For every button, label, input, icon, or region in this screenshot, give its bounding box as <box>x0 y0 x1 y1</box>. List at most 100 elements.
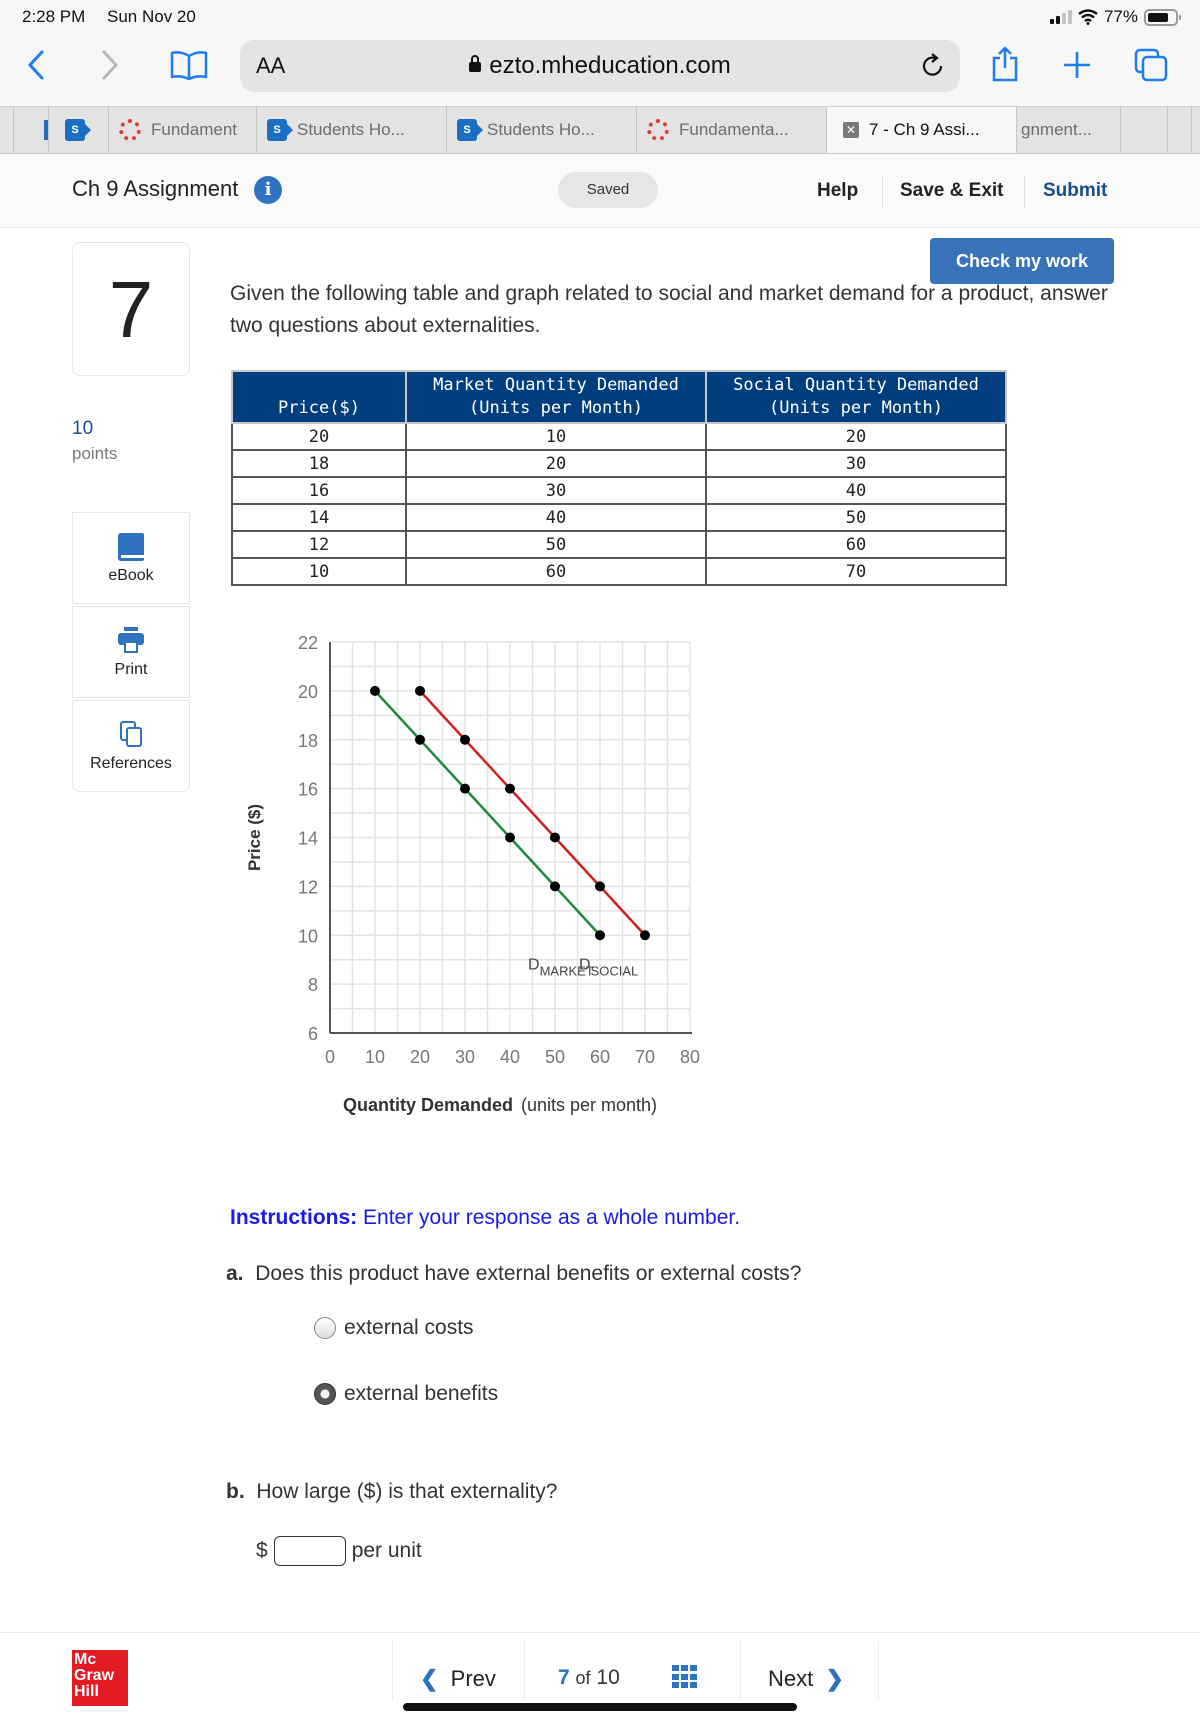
close-tab-icon[interactable]: ✕ <box>843 122 859 138</box>
option-external-benefits[interactable]: external benefits <box>314 1382 498 1406</box>
sharepoint-icon: S <box>267 119 293 141</box>
x-tick-label: 30 <box>455 1047 475 1067</box>
next-button[interactable]: Next ❯ <box>768 1666 844 1692</box>
market-qty-cell: 20 <box>405 449 707 478</box>
tab-7[interactable] <box>1121 107 1168 153</box>
home-indicator[interactable] <box>403 1703 797 1711</box>
reload-icon[interactable] <box>920 52 946 80</box>
data-point-social <box>595 881 605 892</box>
part-b-text: How large ($) is that externality? <box>256 1480 558 1503</box>
divider <box>878 1641 879 1701</box>
data-point-social <box>505 783 515 794</box>
market-qty-cell: 50 <box>405 530 707 559</box>
back-icon[interactable] <box>26 50 46 80</box>
bookmarks-icon[interactable] <box>170 50 208 80</box>
logo-line: Mc <box>74 1651 97 1668</box>
tab-3[interactable]: S Students Ho... <box>447 107 637 153</box>
tab-label: Students Ho... <box>487 120 595 139</box>
x-axis-label: Quantity Demanded (units per month) <box>343 1095 657 1115</box>
price-cell: 10 <box>231 557 407 586</box>
data-point-social <box>550 832 560 843</box>
social-qty-cell: 20 <box>705 422 1007 451</box>
radio-external-benefits[interactable] <box>314 1383 336 1405</box>
part-b-label: b. <box>226 1480 245 1503</box>
help-button[interactable]: Help <box>817 180 858 202</box>
table-row: 20 10 20 <box>231 422 1007 451</box>
chevron-right-icon: ❯ <box>825 1666 844 1691</box>
ebook-button[interactable]: eBook <box>72 512 190 604</box>
y-tick-label: 22 <box>298 633 318 653</box>
address-bar[interactable]: AA ezto.mheducation.com <box>240 40 960 92</box>
y-tick-label: 6 <box>308 1024 318 1044</box>
prev-button[interactable]: ❮ Prev <box>420 1666 496 1692</box>
battery-level <box>1148 12 1169 22</box>
y-tick-label: 14 <box>298 829 318 849</box>
y-tick-label: 10 <box>298 926 318 946</box>
question-number: 7 <box>72 242 190 376</box>
tab-pinned-partial[interactable] <box>14 107 49 153</box>
references-icon <box>118 721 144 749</box>
radio-external-costs[interactable] <box>314 1317 336 1339</box>
lock-icon <box>469 55 482 72</box>
demand-table: Price($) Market Quantity Demanded (Units … <box>231 370 1007 586</box>
new-tab-icon[interactable] <box>1062 50 1092 80</box>
tabs-overview-icon[interactable] <box>1134 48 1168 82</box>
references-label: References <box>90 755 172 772</box>
prev-label: Prev <box>450 1666 496 1691</box>
sharepoint-icon <box>44 120 48 140</box>
total-pages: 10 <box>596 1666 620 1689</box>
divider <box>392 1641 393 1701</box>
footer-nav: Mc Graw Hill ❮ Prev 7 of 10 Next ❯ <box>0 1632 1200 1718</box>
tab-1[interactable]: Fundament <box>109 107 257 153</box>
table-row: 10 60 70 <box>231 557 1007 586</box>
references-button[interactable]: References <box>72 700 190 792</box>
x-tick-label: 40 <box>500 1047 520 1067</box>
tab-6[interactable]: gnment... <box>1017 107 1121 153</box>
header-text: Price($) <box>278 398 360 418</box>
tab-4[interactable]: Fundamenta... <box>637 107 827 153</box>
market-qty-cell: 30 <box>405 476 707 505</box>
info-icon[interactable]: i <box>254 176 282 204</box>
per-unit-suffix: per unit <box>351 1539 422 1562</box>
data-point-market <box>505 832 515 843</box>
price-cell: 18 <box>231 449 407 478</box>
print-button[interactable]: Print <box>72 606 190 698</box>
browser-toolbar: AA ezto.mheducation.com <box>0 36 1200 106</box>
logo-line: Hill <box>74 1683 99 1700</box>
tab-5-active[interactable]: ✕ 7 - Ch 9 Assi... <box>827 107 1017 153</box>
forward-icon[interactable] <box>100 50 120 80</box>
tab-2[interactable]: S Students Ho... <box>257 107 447 153</box>
table-row: 14 40 50 <box>231 503 1007 532</box>
x-tick-label: 0 <box>325 1047 335 1067</box>
points-value: 10 <box>72 418 94 439</box>
cellular-signal-icon <box>1049 10 1072 24</box>
price-cell: 12 <box>231 530 407 559</box>
tab-0[interactable]: S <box>49 107 109 153</box>
url-display[interactable]: ezto.mheducation.com <box>240 52 960 80</box>
tab-label: 7 - Ch 9 Assi... <box>869 120 980 139</box>
externality-amount-input[interactable] <box>273 1536 346 1566</box>
status-indicators: 77% <box>1049 7 1181 27</box>
next-label: Next <box>768 1666 814 1691</box>
social-qty-cell: 30 <box>705 449 1007 478</box>
divider <box>882 176 883 208</box>
data-point-social <box>640 930 650 941</box>
save-exit-button[interactable]: Save & Exit <box>900 180 1004 202</box>
option-external-costs[interactable]: external costs <box>314 1316 474 1340</box>
instructions: Instructions: Enter your response as a w… <box>230 1206 740 1230</box>
battery-icon <box>1144 8 1181 26</box>
social-qty-cell: 40 <box>705 476 1007 505</box>
data-point-market <box>550 881 560 892</box>
divider <box>740 1641 741 1701</box>
url-text: ezto.mheducation.com <box>489 52 731 79</box>
share-icon[interactable] <box>990 46 1020 82</box>
printer-icon <box>118 627 144 655</box>
tab-8[interactable] <box>1168 107 1192 153</box>
table-row: 16 30 40 <box>231 476 1007 505</box>
submit-button[interactable]: Submit <box>1043 180 1107 202</box>
market-qty-cell: 40 <box>405 503 707 532</box>
instructions-text: Enter your response as a whole number. <box>363 1206 741 1229</box>
tab-label: gnment... <box>1021 120 1092 139</box>
y-axis-label: Price ($) <box>245 804 264 871</box>
question-grid-icon[interactable] <box>672 1665 698 1689</box>
